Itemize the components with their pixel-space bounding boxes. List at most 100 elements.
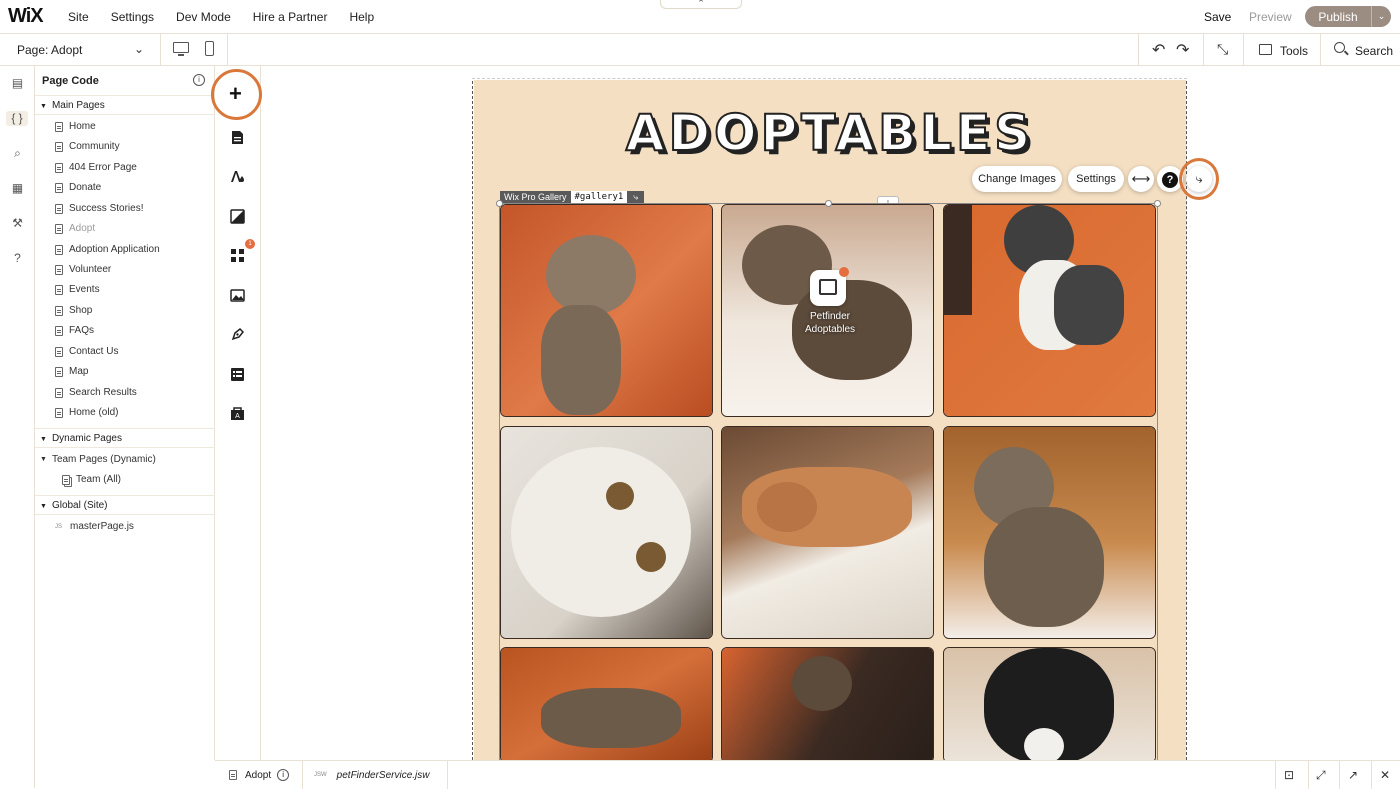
mobile-icon[interactable]	[205, 41, 214, 56]
preview-button[interactable]: Preview	[1249, 10, 1292, 24]
page-item-team-all[interactable]: Team (All)	[62, 474, 121, 485]
page-item-success-stories[interactable]: Success Stories!	[55, 203, 143, 214]
page-label: Adopt	[69, 223, 96, 234]
apps-icon[interactable]	[230, 248, 245, 263]
properties-panel-icon[interactable]: ⊡	[1284, 768, 1294, 782]
chevron-down-icon[interactable]: ⌄	[134, 42, 144, 56]
code-icon[interactable]: { }	[6, 111, 28, 126]
tools-icon[interactable]	[1259, 44, 1272, 55]
page-item-shop[interactable]: Shop	[55, 305, 92, 316]
dynamic-pages-section[interactable]: ▼ Dynamic Pages	[35, 428, 215, 448]
petfinder-app-label: Petfinder Adoptables	[804, 311, 856, 335]
connect-icon[interactable]: ⤷	[627, 191, 645, 203]
change-images-button[interactable]: Change Images	[972, 166, 1062, 192]
pages-icon[interactable]: ▤	[10, 76, 25, 91]
page-doc-icon	[229, 770, 237, 780]
publish-label[interactable]: Publish	[1305, 10, 1371, 24]
tab-petfinder-service[interactable]: JSW petFinderService.jsw	[314, 761, 429, 789]
site-title[interactable]: ADOPTABLES	[474, 103, 1186, 163]
page-label: Donate	[69, 182, 102, 193]
page-item-map[interactable]: Map	[55, 366, 88, 377]
database-icon[interactable]: ▦	[10, 181, 25, 196]
resize-handle[interactable]	[496, 200, 503, 207]
page-item-adoption-application[interactable]: Adoption Application	[55, 244, 160, 255]
add-elements-icon[interactable]: +	[229, 81, 242, 107]
redo-icon[interactable]: ↷	[1176, 40, 1189, 60]
tools-button[interactable]: Tools	[1280, 44, 1308, 58]
settings-button[interactable]: Settings	[1068, 166, 1124, 192]
zoom-fit-icon[interactable]: ⤡	[1217, 41, 1228, 58]
page-item-volunteer[interactable]: Volunteer	[55, 264, 111, 275]
stretch-icon[interactable]: ⟷	[1128, 166, 1154, 192]
page-item-search-results[interactable]: Search Results	[55, 387, 137, 398]
divider	[1320, 34, 1321, 66]
page-item-home-old[interactable]: Home (old)	[55, 407, 118, 418]
menu-site[interactable]: Site	[68, 10, 89, 24]
search-button[interactable]: Search	[1355, 44, 1393, 58]
page-item-404[interactable]: 404 Error Page	[55, 162, 137, 173]
divider	[1243, 34, 1244, 66]
close-icon[interactable]: ✕	[1380, 768, 1390, 782]
page-label: 404 Error Page	[69, 162, 137, 173]
page-label: Volunteer	[69, 264, 112, 275]
page-label: Search Results	[69, 387, 137, 398]
notification-dot	[839, 267, 849, 277]
desktop-icon[interactable]	[173, 42, 189, 56]
page-label: Team (All)	[76, 474, 122, 485]
resize-handle[interactable]	[825, 200, 832, 207]
page-item-events[interactable]: Events	[55, 284, 100, 295]
menu-settings[interactable]: Settings	[111, 10, 154, 24]
main-pages-section[interactable]: ▼ Main Pages	[35, 95, 215, 115]
page-item-contact-us[interactable]: Contact Us	[55, 346, 118, 357]
open-external-icon[interactable]: ↗	[1348, 768, 1358, 782]
tab-label: petFinderService.jsw	[336, 769, 430, 781]
caret-down-icon: ▼	[40, 456, 47, 463]
caret-down-icon: ▼	[40, 103, 47, 110]
divider	[1203, 34, 1204, 66]
global-site-section[interactable]: ▼ Global (Site)	[35, 495, 215, 515]
table-icon[interactable]	[230, 367, 245, 382]
page-label: Success Stories!	[69, 203, 144, 214]
page-item-community[interactable]: Community	[55, 141, 120, 152]
save-button[interactable]: Save	[1204, 10, 1231, 24]
gallery-tag[interactable]: Wix Pro Gallery #gallery1 ⤷	[500, 191, 645, 203]
expand-icon[interactable]: ⤢	[1316, 768, 1326, 783]
master-page-file[interactable]: JS masterPage.js	[55, 521, 134, 532]
page-item-adopt[interactable]: Adopt	[55, 223, 95, 234]
menu-dev-mode[interactable]: Dev Mode	[176, 10, 231, 24]
page-label: Home (old)	[69, 407, 119, 418]
menu-help[interactable]: Help	[349, 10, 374, 24]
media-icon[interactable]	[230, 288, 245, 303]
team-pages-folder[interactable]: ▼ Team Pages (Dynamic)	[40, 454, 156, 465]
collapse-toolbar-button[interactable]: ⌃	[660, 0, 742, 9]
petfinder-app-icon[interactable]	[810, 267, 849, 306]
resize-handle[interactable]	[1154, 200, 1161, 207]
undo-icon[interactable]: ↶	[1152, 40, 1165, 60]
wrench-icon[interactable]: ⚒	[10, 216, 25, 231]
page-item-faqs[interactable]: FAQs	[55, 325, 94, 336]
app-market-icon[interactable]: A	[230, 406, 245, 421]
menu-hire-partner[interactable]: Hire a Partner	[253, 10, 328, 24]
search-icon[interactable]: ⌕	[10, 146, 25, 161]
help-icon[interactable]: ?	[10, 251, 25, 266]
tab-page-adopt[interactable]: Adopt i	[229, 761, 290, 789]
info-icon[interactable]: i	[277, 769, 290, 781]
info-icon[interactable]: i	[193, 74, 205, 86]
gallery-id-label[interactable]: #gallery1	[570, 191, 628, 203]
background-icon[interactable]	[230, 209, 245, 224]
gallery-type-label: Wix Pro Gallery	[500, 191, 571, 203]
page-item-donate[interactable]: Donate	[55, 182, 101, 193]
wix-logo[interactable]: WiX	[8, 5, 44, 28]
page-label: FAQs	[69, 325, 95, 336]
chevron-down-icon[interactable]: ⌄	[1372, 11, 1391, 22]
publish-button[interactable]: Publish ⌄	[1305, 6, 1391, 27]
pen-icon[interactable]	[230, 327, 245, 342]
search-icon[interactable]	[1334, 42, 1345, 53]
divider	[447, 761, 448, 789]
page-selector[interactable]: Page: Adopt	[17, 43, 82, 57]
code-tabs-bar: Adopt i JSW petFinderService.jsw ⊡ ⤢ ↗ ✕	[215, 760, 1400, 789]
page-item-home[interactable]: Home	[55, 121, 96, 132]
theme-icon[interactable]	[230, 169, 245, 184]
page-icon[interactable]	[230, 130, 245, 145]
page-label: Shop	[69, 305, 93, 316]
